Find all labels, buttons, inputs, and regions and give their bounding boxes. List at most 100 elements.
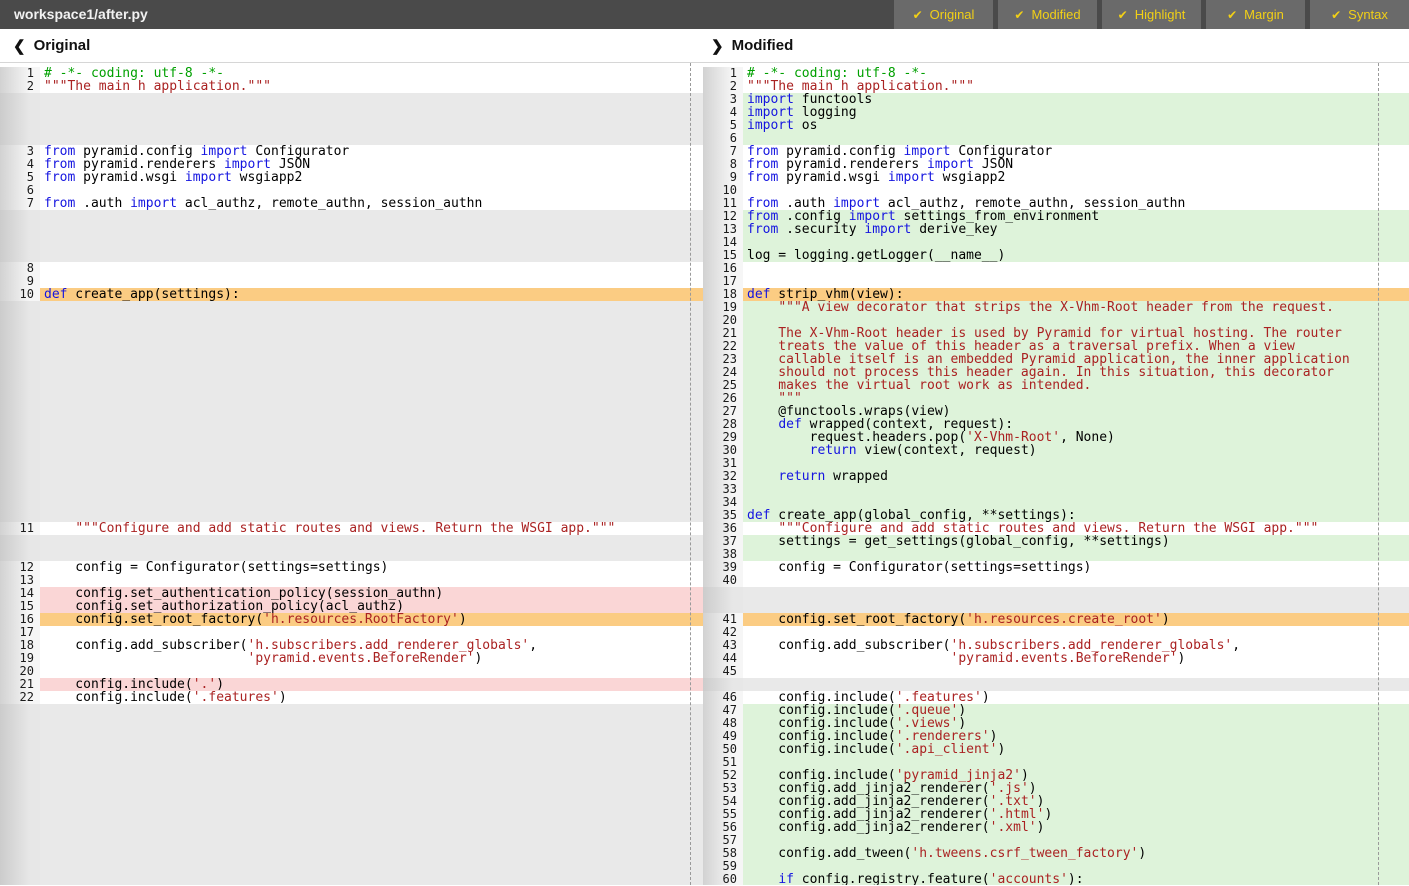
- code-row: 35def create_app(global_config, **settin…: [703, 509, 1409, 522]
- filler-area: [40, 93, 703, 145]
- code-line: makes the virtual root work as intended.: [743, 379, 1409, 392]
- code-row: 56 config.add_jinja2_renderer('.xml'): [703, 821, 1409, 834]
- code-line: def strip_vhm(view):: [743, 288, 1409, 301]
- line-number: 2: [0, 80, 40, 93]
- code-row: 12from .config import settings_from_envi…: [703, 210, 1409, 223]
- code-row: 20: [0, 665, 703, 678]
- code-line: """A view decorator that strips the X-Vh…: [743, 301, 1409, 314]
- toggle-highlight-label: Highlight: [1135, 7, 1186, 22]
- code-row: 20: [703, 314, 1409, 327]
- code-line: config.add_jinja2_renderer('.html'): [743, 808, 1409, 821]
- line-number: 7: [703, 145, 743, 158]
- code-line: """The main h application.""": [743, 80, 1409, 93]
- code-row: 23 callable itself is an embedded Pyrami…: [703, 353, 1409, 366]
- code-line: """The main h application.""": [40, 80, 703, 93]
- code-line: [743, 834, 1409, 847]
- code-row: 43 config.add_subscriber('h.subscribers.…: [703, 639, 1409, 652]
- code-row: 25 makes the virtual root work as intend…: [703, 379, 1409, 392]
- code-line: [743, 262, 1409, 275]
- code-line: """Configure and add static routes and v…: [40, 522, 703, 535]
- code-line: [40, 626, 703, 639]
- code-row: 6: [0, 184, 703, 197]
- code-line: callable itself is an embedded Pyramid a…: [743, 353, 1409, 366]
- toggle-highlight-button[interactable]: ✔ Highlight: [1102, 0, 1201, 29]
- code-row: 19 """A view decorator that strips the X…: [703, 301, 1409, 314]
- code-row: 4from pyramid.renderers import JSON: [0, 158, 703, 171]
- toggle-margin-button[interactable]: ✔ Margin: [1206, 0, 1305, 29]
- code-row: 13: [0, 574, 703, 587]
- code-line: config.include('.'): [40, 678, 703, 691]
- code-row: 50 config.include('.api_client'): [703, 743, 1409, 756]
- line-number: 6: [0, 184, 40, 197]
- filler-area: [743, 678, 1409, 691]
- code-row: 2"""The main h application.""": [703, 80, 1409, 93]
- code-line: The X-Vhm-Root header is used by Pyramid…: [743, 327, 1409, 340]
- line-number: 7: [0, 197, 40, 210]
- line-number: 45: [703, 665, 743, 678]
- code-row: 21 config.include('.'): [0, 678, 703, 691]
- code-row: 31: [703, 457, 1409, 470]
- code-row: 11from .auth import acl_authz, remote_au…: [703, 197, 1409, 210]
- line-number: 11: [0, 522, 40, 535]
- code-line: def wrapped(context, request):: [743, 418, 1409, 431]
- chevron-left-icon[interactable]: ❮: [13, 37, 26, 55]
- code-row: 58 config.add_tween('h.tweens.csrf_tween…: [703, 847, 1409, 860]
- titlebar: workspace1/after.py ✔ Original ✔ Modifie…: [0, 0, 1409, 29]
- code-line: config.include('.queue'): [743, 704, 1409, 717]
- toggle-modified-label: Modified: [1031, 7, 1080, 22]
- filler-area: [40, 535, 703, 561]
- code-line: config.include('pyramid_jinja2'): [743, 769, 1409, 782]
- toggle-syntax-button[interactable]: ✔ Syntax: [1310, 0, 1409, 29]
- code-row: 6: [703, 132, 1409, 145]
- filler-block: [0, 535, 703, 561]
- code-line: [743, 457, 1409, 470]
- code-row: 32 return wrapped: [703, 470, 1409, 483]
- code-line: config = Configurator(settings=settings): [743, 561, 1409, 574]
- code-row: 19 'pyramid.events.BeforeRender'): [0, 652, 703, 665]
- code-line: import os: [743, 119, 1409, 132]
- code-row: 29 request.headers.pop('X-Vhm-Root', Non…: [703, 431, 1409, 444]
- code-row: 36 """Configure and add static routes an…: [703, 522, 1409, 535]
- code-line: config.add_tween('h.tweens.csrf_tween_fa…: [743, 847, 1409, 860]
- code-line: [743, 496, 1409, 509]
- code-row: 39 config = Configurator(settings=settin…: [703, 561, 1409, 574]
- toggle-original-button[interactable]: ✔ Original: [894, 0, 993, 29]
- code-row: 22 config.include('.features'): [0, 691, 703, 704]
- chevron-right-icon[interactable]: ❯: [711, 37, 724, 55]
- code-row: 10def create_app(settings):: [0, 288, 703, 301]
- code-line: [743, 314, 1409, 327]
- code-row: 1# -*- coding: utf-8 -*-: [703, 67, 1409, 80]
- code-row: 7from pyramid.config import Configurator: [703, 145, 1409, 158]
- code-line: # -*- coding: utf-8 -*-: [743, 67, 1409, 80]
- line-number: 22: [0, 691, 40, 704]
- code-row: 45: [703, 665, 1409, 678]
- code-line: config.set_authentication_policy(session…: [40, 587, 703, 600]
- code-line: from pyramid.renderers import JSON: [743, 158, 1409, 171]
- code-row: 46 config.include('.features'): [703, 691, 1409, 704]
- code-line: from .auth import acl_authz, remote_auth…: [40, 197, 703, 210]
- code-line: from pyramid.config import Configurator: [40, 145, 703, 158]
- code-line: [743, 184, 1409, 197]
- line-number: 5: [703, 119, 743, 132]
- filler-block: [0, 704, 703, 885]
- code-row: 11 """Configure and add static routes an…: [0, 522, 703, 535]
- code-line: from pyramid.wsgi import wsgiapp2: [40, 171, 703, 184]
- line-number: 1: [0, 67, 40, 80]
- code-line: """: [743, 392, 1409, 405]
- code-row: 3from pyramid.config import Configurator: [0, 145, 703, 158]
- code-line: [743, 236, 1409, 249]
- toggle-modified-button[interactable]: ✔ Modified: [998, 0, 1097, 29]
- code-row: 7from .auth import acl_authz, remote_aut…: [0, 197, 703, 210]
- code-line: @functools.wraps(view): [743, 405, 1409, 418]
- code-row: 15log = logging.getLogger(__name__): [703, 249, 1409, 262]
- code-line: [743, 574, 1409, 587]
- code-line: 'pyramid.events.BeforeRender'): [743, 652, 1409, 665]
- code-row: 55 config.add_jinja2_renderer('.html'): [703, 808, 1409, 821]
- code-line: should not process this header again. In…: [743, 366, 1409, 379]
- code-row: 22 treats the value of this header as a …: [703, 340, 1409, 353]
- code-row: 1# -*- coding: utf-8 -*-: [0, 67, 703, 80]
- code-row: 53 config.add_jinja2_renderer('.js'): [703, 782, 1409, 795]
- toggle-margin-label: Margin: [1244, 7, 1284, 22]
- code-row: 21 The X-Vhm-Root header is used by Pyra…: [703, 327, 1409, 340]
- code-line: [743, 665, 1409, 678]
